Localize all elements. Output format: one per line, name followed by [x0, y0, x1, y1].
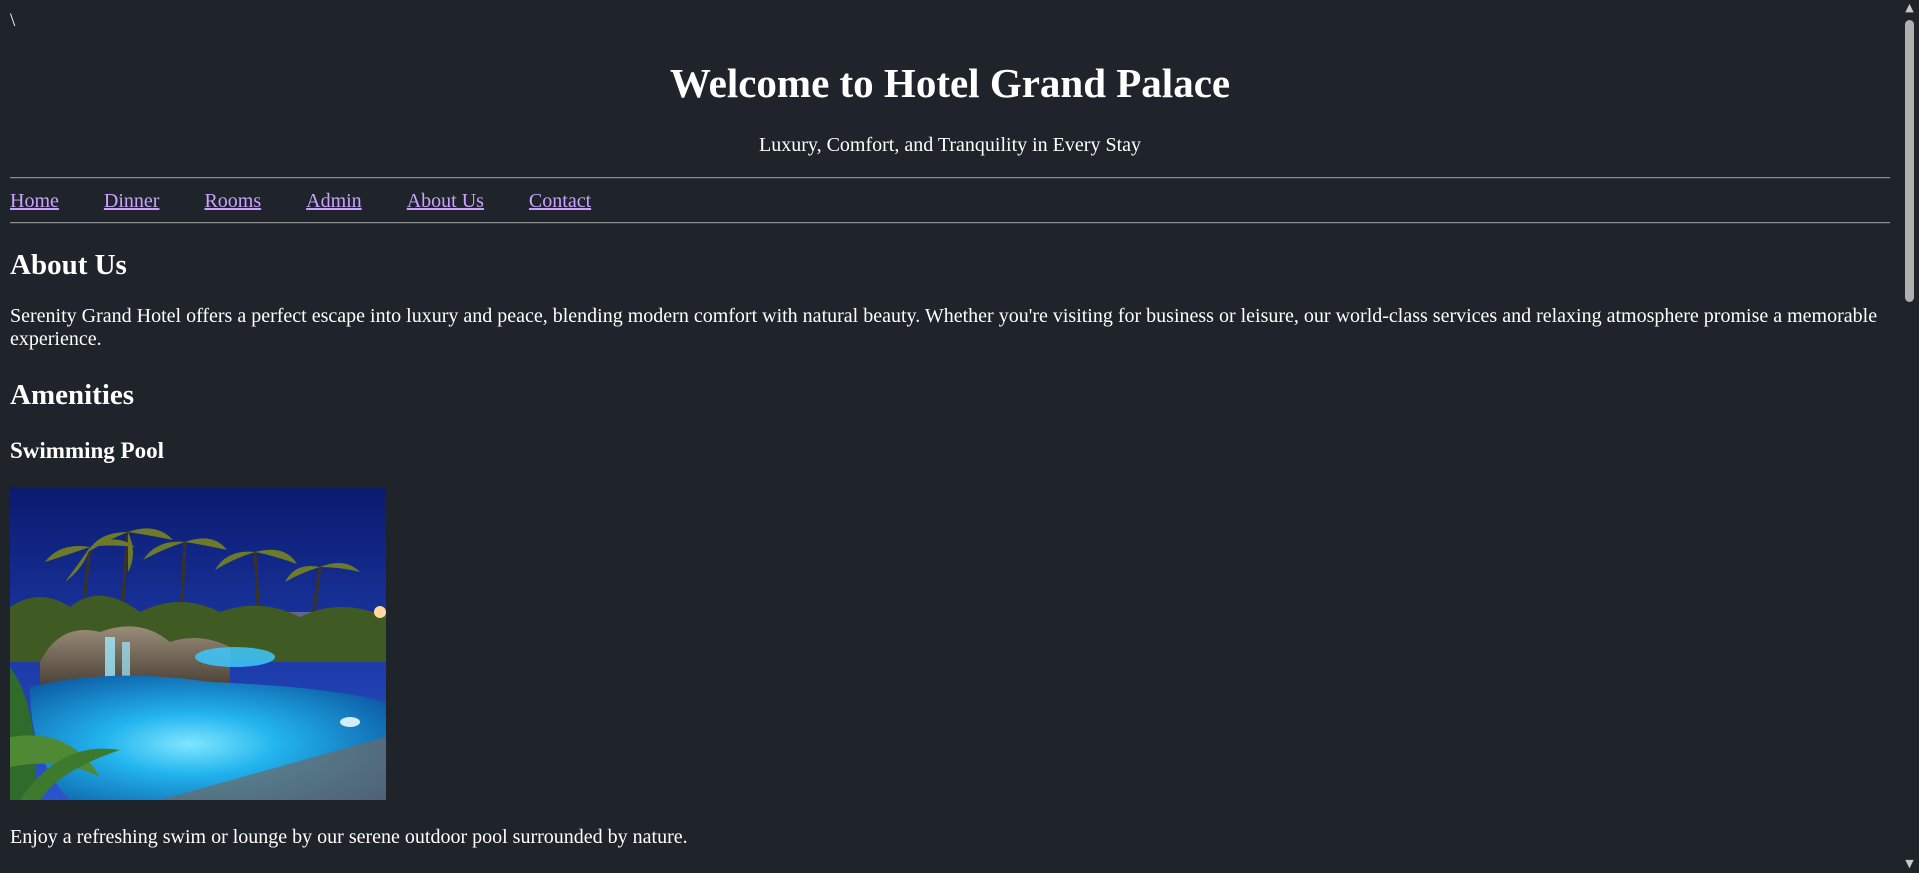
amenities-heading: Amenities [10, 379, 135, 411]
amenity-title-swimming-pool: Swimming Pool [10, 438, 164, 463]
swimming-pool-image [10, 487, 386, 800]
page: \ Welcome to Hotel Grand Palace Luxury, … [0, 0, 1900, 873]
nav-divider-top [10, 177, 1890, 179]
nav-link-admin[interactable]: Admin [306, 190, 362, 213]
amenity-caption-swimming-pool: Enjoy a refreshing swim or lounge by our… [10, 826, 688, 848]
about-paragraph: Serenity Grand Hotel offers a perfect es… [10, 305, 1878, 350]
scroll-up-arrow-icon[interactable]: ▲ [1903, 2, 1916, 14]
nav-divider-bottom [10, 222, 1890, 224]
site-title: Welcome to Hotel Grand Palace [669, 60, 1231, 106]
scroll-down-arrow-icon[interactable]: ▼ [1903, 858, 1916, 870]
nav-link-home[interactable]: Home [10, 190, 59, 213]
stray-backslash-text: \ [10, 10, 16, 31]
nav-link-dinner[interactable]: Dinner [104, 190, 160, 213]
main-nav: Home Dinner Rooms Admin About Us Contact [10, 188, 636, 214]
vertical-scrollbar[interactable]: ▲ ▼ [1900, 0, 1919, 873]
nav-link-rooms[interactable]: Rooms [204, 190, 261, 213]
nav-link-contact[interactable]: Contact [529, 190, 591, 213]
about-heading: About Us [10, 249, 127, 281]
scrollbar-thumb[interactable] [1905, 20, 1914, 302]
nav-link-about-us[interactable]: About Us [407, 190, 484, 213]
site-tagline: Luxury, Comfort, and Tranquility in Ever… [758, 134, 1141, 156]
